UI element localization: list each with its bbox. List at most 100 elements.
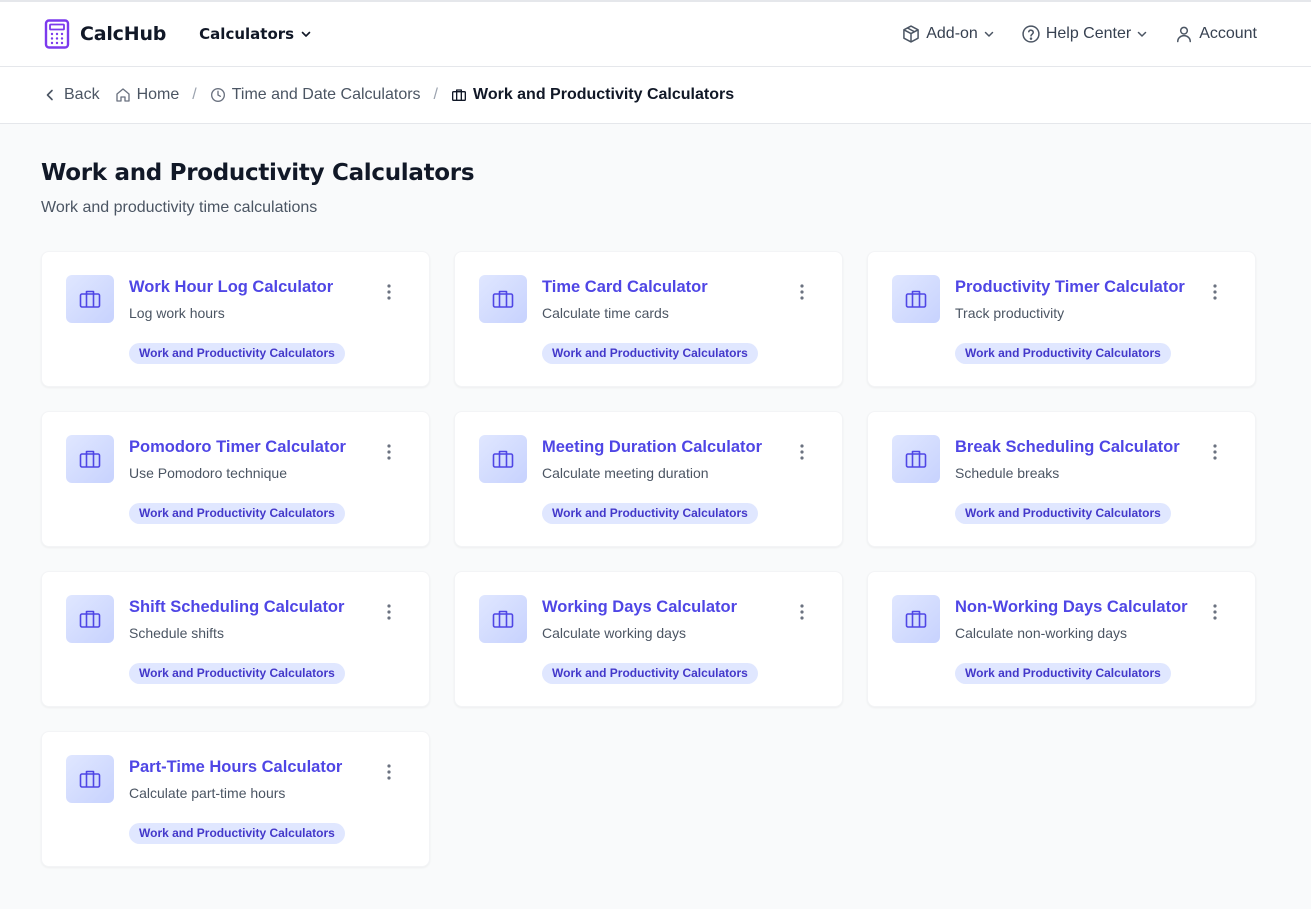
package-icon [903,25,920,43]
breadcrumb-separator: / [433,86,438,103]
calculator-card[interactable]: Meeting Duration Calculator Calculate me… [454,411,843,547]
breadcrumb-section-label: Time and Date Calculators [231,86,421,103]
card-title[interactable]: Meeting Duration Calculator [542,438,782,457]
more-options-button[interactable] [1205,442,1225,462]
more-options-button[interactable] [1205,282,1225,302]
category-tag: Work and Productivity Calculators [542,503,758,524]
addon-menu-button[interactable]: Add-on [901,24,995,44]
briefcase-icon [479,435,527,483]
chevron-down-icon [301,31,311,37]
calculator-card[interactable]: Part-Time Hours Calculator Calculate par… [41,731,430,867]
account-label: Account [1199,25,1257,42]
briefcase-icon [66,275,114,323]
card-description: Use Pomodoro technique [129,465,287,481]
card-description: Schedule shifts [129,625,224,641]
home-icon [115,88,130,102]
calculators-menu-label: Calculators [199,25,295,43]
more-options-button[interactable] [1205,602,1225,622]
back-button[interactable]: Back [44,86,100,104]
card-description: Calculate working days [542,625,686,641]
calculator-card[interactable]: Productivity Timer Calculator Track prod… [867,251,1256,387]
more-vertical-icon [800,604,804,620]
category-tag: Work and Productivity Calculators [955,343,1171,364]
more-vertical-icon [387,444,391,460]
breadcrumb-separator: / [192,86,197,103]
category-tag: Work and Productivity Calculators [955,503,1171,524]
calculator-icon [44,19,70,49]
card-description: Track productivity [955,305,1065,321]
briefcase-icon [66,435,114,483]
more-vertical-icon [387,604,391,620]
card-title[interactable]: Shift Scheduling Calculator [129,598,369,617]
clock-icon [210,88,225,102]
help-center-label: Help Center [1045,25,1132,42]
chevron-down-icon [984,31,994,37]
more-vertical-icon [800,284,804,300]
calculator-card[interactable]: Working Days Calculator Calculate workin… [454,571,843,707]
breadcrumb-current-label: Work and Productivity Calculators [473,86,735,103]
card-title[interactable]: Working Days Calculator [542,598,782,617]
briefcase-icon [892,595,940,643]
breadcrumb-home-label: Home [136,86,180,103]
help-center-menu-button[interactable]: Help Center [1021,24,1148,44]
card-description: Calculate meeting duration [542,465,709,481]
briefcase-icon [892,435,940,483]
more-options-button[interactable] [379,762,399,782]
category-tag: Work and Productivity Calculators [129,343,345,364]
account-button[interactable]: Account [1174,24,1257,44]
category-tag: Work and Productivity Calculators [129,823,345,844]
more-options-button[interactable] [379,282,399,302]
card-description: Log work hours [129,305,225,321]
calculator-card[interactable]: Pomodoro Timer Calculator Use Pomodoro t… [41,411,430,547]
main-content: Work and Productivity Calculators Work a… [0,124,1311,867]
category-tag: Work and Productivity Calculators [129,663,345,684]
calculator-card[interactable]: Break Scheduling Calculator Schedule bre… [867,411,1256,547]
nav-right: Add-on Help Center Account [901,24,1257,44]
category-tag: Work and Productivity Calculators [955,663,1171,684]
card-title[interactable]: Non-Working Days Calculator [955,598,1195,617]
briefcase-icon [479,595,527,643]
more-options-button[interactable] [379,442,399,462]
page-subtitle: Work and productivity time calculations [41,199,318,216]
more-vertical-icon [800,444,804,460]
calculator-card[interactable]: Non-Working Days Calculator Calculate no… [867,571,1256,707]
breadcrumb-current: Work and Productivity Calculators [451,86,734,104]
more-options-button[interactable] [792,442,812,462]
brand-name: CalcHub [80,23,167,45]
calculator-grid: Work Hour Log Calculator Log work hours … [41,251,1257,867]
breadcrumb-time-and-date[interactable]: Time and Date Calculators [210,86,421,104]
card-title[interactable]: Pomodoro Timer Calculator [129,438,369,457]
card-title[interactable]: Break Scheduling Calculator [955,438,1195,457]
card-description: Calculate time cards [542,305,669,321]
briefcase-icon [892,275,940,323]
chevron-left-icon [46,89,53,101]
calculator-card[interactable]: Work Hour Log Calculator Log work hours … [41,251,430,387]
card-description: Schedule breaks [955,465,1060,481]
back-label: Back [64,86,100,103]
more-vertical-icon [1213,284,1217,300]
card-title[interactable]: Time Card Calculator [542,278,782,297]
category-tag: Work and Productivity Calculators [129,503,345,524]
more-options-button[interactable] [379,602,399,622]
more-options-button[interactable] [792,282,812,302]
category-tag: Work and Productivity Calculators [542,663,758,684]
briefcase-icon [479,275,527,323]
brand-link[interactable]: CalcHub [44,19,166,49]
calculators-menu-button[interactable]: Calculators [199,25,312,43]
page-title: Work and Productivity Calculators [41,160,475,186]
card-title[interactable]: Productivity Timer Calculator [955,278,1195,297]
card-title[interactable]: Work Hour Log Calculator [129,278,369,297]
breadcrumb: Back Home / Time and Date Calculators / … [0,67,1311,124]
more-options-button[interactable] [792,602,812,622]
more-vertical-icon [387,764,391,780]
calculator-card[interactable]: Time Card Calculator Calculate time card… [454,251,843,387]
chevron-down-icon [1137,31,1147,37]
briefcase-icon [66,595,114,643]
calculator-card[interactable]: Shift Scheduling Calculator Schedule shi… [41,571,430,707]
category-tag: Work and Productivity Calculators [542,343,758,364]
user-icon [1177,26,1192,43]
card-description: Calculate part-time hours [129,785,286,801]
breadcrumb-home[interactable]: Home [115,86,180,104]
card-title[interactable]: Part-Time Hours Calculator [129,758,369,777]
help-circle-icon [1022,25,1040,43]
